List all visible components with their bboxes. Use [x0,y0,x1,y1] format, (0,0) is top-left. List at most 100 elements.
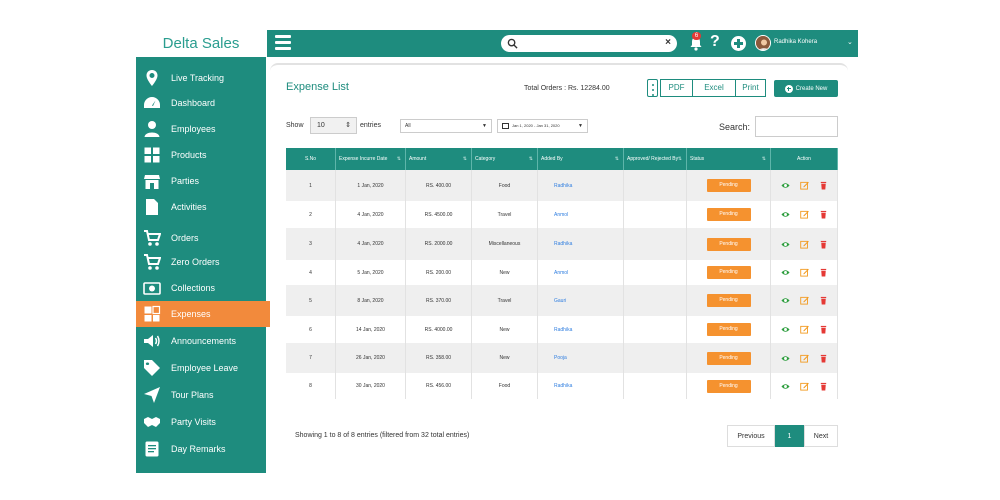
delete-trash-icon[interactable] [819,210,828,219]
sidebar-item-zero-orders[interactable]: Zero Orders [136,249,270,275]
edit-icon[interactable] [799,296,809,305]
delete-trash-icon[interactable] [819,354,828,363]
sidebar-item-label: Employee Leave [171,363,239,373]
cell-approved-by [624,170,687,201]
view-eye-icon[interactable] [780,354,790,363]
cell-amount: RS. 4500.00 [406,201,472,228]
page-size-select[interactable]: 10 ⇕ [310,117,357,134]
cell-date: 1 Jan, 2020 [336,170,406,201]
delete-trash-icon[interactable] [819,268,828,277]
sidebar-item-employee-leave[interactable]: Employee Leave [136,355,270,381]
avatar[interactable] [755,35,771,51]
cell-added-by[interactable]: Radhika [538,316,624,343]
excel-button[interactable]: Excel [692,79,736,97]
delete-trash-icon[interactable] [819,296,828,305]
sidebar-item-parties[interactable]: Parties [136,168,270,194]
cell-added-by[interactable]: Pooja [538,343,624,373]
table-search-input[interactable] [755,116,838,137]
sidebar-item-tour-plans[interactable]: Tour Plans [136,382,270,408]
edit-icon[interactable] [799,382,809,391]
cell-added-by[interactable]: Radhika [538,228,624,260]
search-input[interactable] [521,37,661,50]
edit-icon[interactable] [799,354,809,363]
add-icon[interactable] [731,36,746,51]
view-eye-icon[interactable] [780,382,790,391]
column-header-amount[interactable]: Amount ⇅ [406,148,472,170]
global-search[interactable]: × [501,35,677,52]
column-header-approved-by[interactable]: Approved/ Rejected By ⇅ [624,148,687,170]
view-eye-icon[interactable] [780,210,790,219]
expenses-icon [142,304,162,324]
menu-icon[interactable] [275,35,291,51]
user-name[interactable]: Radhika Kohera [774,39,817,45]
column-header-date[interactable]: Expense Incurre Date ⇅ [336,148,406,170]
date-range-select[interactable]: Jan 1, 2020 - Jan 31, 2020 ▼ [497,119,588,133]
sidebar-item-expenses[interactable]: Expenses [136,301,270,327]
page-1-button[interactable]: 1 [775,425,804,447]
view-eye-icon[interactable] [780,240,790,249]
create-new-label: Create New [795,85,828,92]
sidebar-item-products[interactable]: Products [136,142,270,168]
chevron-down-icon[interactable]: ⌄ [847,38,853,46]
sidebar-item-label: Day Remarks [171,444,226,454]
column-header-sno[interactable]: S.No [286,148,336,170]
print-button[interactable]: Print [735,79,766,97]
create-new-button[interactable]: Create New [774,80,838,97]
cell-added-by[interactable]: Gauri [538,285,624,316]
cell-date: 26 Jan, 2020 [336,343,406,373]
clear-search-icon[interactable]: × [665,37,671,48]
cell-amount: RS. 200.00 [406,260,472,285]
cell-category: New [472,260,538,285]
delete-trash-icon[interactable] [819,181,828,190]
sidebar-item-label: Products [171,150,207,160]
sidebar-item-label: Collections [171,283,216,293]
column-header-action[interactable]: Action [771,148,838,170]
status-badge: Pending [706,379,751,393]
sidebar-item-day-remarks[interactable]: Day Remarks [136,436,270,462]
cell-action [771,170,838,201]
column-header-category[interactable]: Category ⇅ [472,148,538,170]
cell-action [771,260,838,285]
sidebar-item-collections[interactable]: Collections [136,275,270,301]
paper-plane-icon [142,385,162,405]
table-row: 7 26 Jan, 2020 RS. 358.00 New Pooja Pending [286,343,838,373]
sidebar-item-employees[interactable]: Employees [136,116,270,142]
status-badge: Pending [706,294,751,307]
view-eye-icon[interactable] [780,325,790,334]
column-header-added-by[interactable]: Added By ⇅ [538,148,624,170]
cell-added-by[interactable]: Radhika [538,170,624,201]
view-eye-icon[interactable] [780,181,790,190]
more-options-button[interactable] [647,79,658,97]
pagination: Previous 1 Next [727,425,838,447]
pdf-button[interactable]: PDF [660,79,693,97]
cell-added-by[interactable]: Anmol [538,201,624,228]
view-eye-icon[interactable] [780,268,790,277]
previous-button[interactable]: Previous [727,425,775,447]
cell-added-by[interactable]: Anmol [538,260,624,285]
delete-trash-icon[interactable] [819,325,828,334]
sidebar-item-party-visits[interactable]: Party Visits [136,409,270,435]
category-filter-select[interactable]: All ▼ [400,119,492,133]
column-header-status[interactable]: Status ⇅ [687,148,771,170]
sidebar-item-announcements[interactable]: Announcements [136,328,270,354]
cell-added-by[interactable]: Radhika [538,373,624,399]
edit-icon[interactable] [799,325,809,334]
edit-icon[interactable] [799,268,809,277]
cell-status: Pending [687,285,771,316]
edit-icon[interactable] [799,210,809,219]
table-info: Showing 1 to 8 of 8 entries (filtered fr… [295,432,470,439]
sidebar-item-activities[interactable]: Activities [136,194,270,220]
delete-trash-icon[interactable] [819,382,828,391]
edit-icon[interactable] [799,240,809,249]
delete-trash-icon[interactable] [819,240,828,249]
next-button[interactable]: Next [804,425,838,447]
help-icon[interactable]: ? [710,33,720,51]
edit-icon[interactable] [799,181,809,190]
sidebar-item-label: Party Visits [171,417,216,427]
sidebar-item-live-tracking[interactable]: Live Tracking [136,65,270,91]
sidebar-item-orders[interactable]: Orders [136,225,270,251]
table-search-label: Search: [719,122,751,132]
view-eye-icon[interactable] [780,296,790,305]
sidebar-item-dashboard[interactable]: Dashboard [136,90,270,116]
calendar-icon [502,123,509,129]
